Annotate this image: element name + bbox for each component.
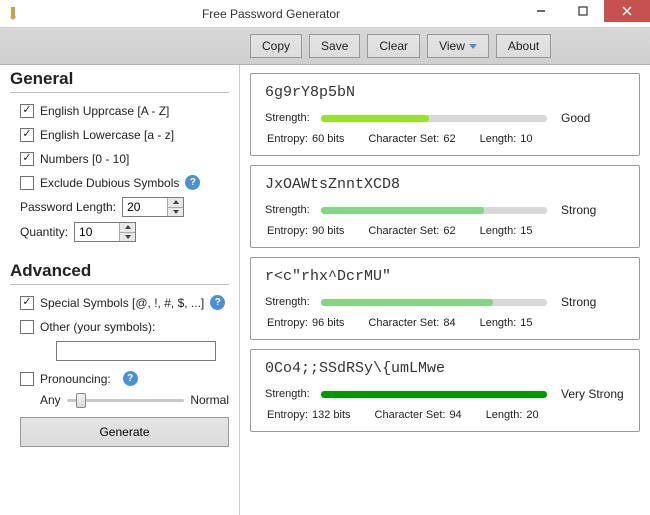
- other-symbols-checkbox[interactable]: [20, 320, 34, 334]
- minimize-button[interactable]: [520, 0, 562, 22]
- strength-bar: [321, 115, 547, 122]
- save-button[interactable]: Save: [309, 34, 360, 58]
- strength-label: Strength:: [265, 296, 313, 308]
- password-text[interactable]: JxOAWtsZnntXCD8: [265, 176, 625, 193]
- results-panel: 6g9rY8p5bN Strength: Good Entropy:60 bits Ch…: [240, 65, 650, 515]
- password-length-stepper[interactable]: [122, 197, 184, 217]
- pronouncing-checkbox[interactable]: [20, 372, 34, 386]
- quantity-stepper[interactable]: [74, 222, 136, 242]
- length-metric: Length:10: [480, 133, 533, 145]
- about-button[interactable]: About: [496, 34, 551, 58]
- strength-verdict: Strong: [555, 203, 625, 217]
- length-metric: Length:20: [486, 409, 539, 421]
- entropy-metric: Entropy:132 bits: [267, 409, 351, 421]
- close-button[interactable]: [604, 0, 650, 22]
- numbers-label: Numbers [0 - 10]: [40, 152, 129, 166]
- strength-verdict: Strong: [555, 295, 625, 309]
- password-text[interactable]: 6g9rY8p5bN: [265, 84, 625, 101]
- charset-metric: Character Set:84: [368, 317, 455, 329]
- slider-normal-label: Normal: [190, 393, 229, 407]
- window-title: Free Password Generator: [22, 7, 520, 21]
- stepper-down[interactable]: [168, 208, 183, 217]
- numbers-checkbox[interactable]: [20, 152, 34, 166]
- slider-any-label: Any: [40, 393, 61, 407]
- password-card: 6g9rY8p5bN Strength: Good Entropy:60 bits Ch…: [250, 73, 640, 156]
- quantity-label: Quantity:: [20, 225, 68, 239]
- help-icon[interactable]: ?: [123, 371, 138, 386]
- entropy-metric: Entropy:60 bits: [267, 133, 344, 145]
- pronouncing-label: Pronouncing:: [40, 372, 111, 386]
- strength-label: Strength:: [265, 112, 313, 124]
- entropy-metric: Entropy:96 bits: [267, 317, 344, 329]
- advanced-heading: Advanced: [10, 261, 229, 285]
- help-icon[interactable]: ?: [210, 295, 225, 310]
- uppercase-checkbox[interactable]: [20, 104, 34, 118]
- strength-bar: [321, 207, 547, 214]
- password-card: JxOAWtsZnntXCD8 Strength: Strong Entropy:90…: [250, 165, 640, 248]
- length-metric: Length:15: [480, 317, 533, 329]
- charset-metric: Character Set:94: [375, 409, 462, 421]
- special-symbols-label: Special Symbols [@, !, #, $, ...]: [40, 296, 204, 310]
- strength-bar: [321, 299, 547, 306]
- help-icon[interactable]: ?: [185, 175, 200, 190]
- clear-button[interactable]: Clear: [367, 34, 420, 58]
- maximize-button[interactable]: [562, 0, 604, 22]
- uppercase-label: English Upprcase [A - Z]: [40, 104, 169, 118]
- generate-button[interactable]: Generate: [20, 417, 229, 447]
- other-symbols-label: Other (your symbols):: [40, 320, 155, 334]
- exclude-dubious-label: Exclude Dubious Symbols: [40, 176, 179, 190]
- stepper-up[interactable]: [120, 223, 135, 233]
- strength-label: Strength:: [265, 204, 313, 216]
- stepper-down[interactable]: [120, 233, 135, 242]
- password-length-input[interactable]: [123, 198, 167, 216]
- copy-button[interactable]: Copy: [250, 34, 302, 58]
- pwlen-label: Password Length:: [20, 200, 116, 214]
- general-heading: General: [10, 69, 229, 93]
- lowercase-label: English Lowercase [a - z]: [40, 128, 174, 142]
- toolbar: Copy Save Clear View About: [0, 28, 650, 65]
- view-button[interactable]: View: [427, 34, 489, 58]
- charset-metric: Character Set:62: [368, 133, 455, 145]
- stepper-up[interactable]: [168, 198, 183, 208]
- charset-metric: Character Set:62: [368, 225, 455, 237]
- password-card: 0Co4;;SSdRSy\{umLMwe Strength: Very Strong…: [250, 349, 640, 432]
- strength-verdict: Very Strong: [555, 387, 625, 401]
- password-card: r<c"rhx^DcrMU" Strength: Strong Entropy:96 …: [250, 257, 640, 340]
- strength-label: Strength:: [265, 388, 313, 400]
- pronouncing-slider[interactable]: [67, 399, 185, 402]
- other-symbols-input[interactable]: [56, 341, 216, 361]
- titlebar: Free Password Generator: [0, 0, 650, 28]
- chevron-down-icon: [469, 44, 477, 49]
- special-symbols-checkbox[interactable]: [20, 296, 34, 310]
- quantity-input[interactable]: [75, 223, 119, 241]
- password-text[interactable]: r<c"rhx^DcrMU": [265, 268, 625, 285]
- password-text[interactable]: 0Co4;;SSdRSy\{umLMwe: [265, 360, 625, 377]
- strength-verdict: Good: [555, 111, 625, 125]
- entropy-metric: Entropy:90 bits: [267, 225, 344, 237]
- settings-sidebar: General English Upprcase [A - Z] English…: [0, 65, 240, 515]
- slider-thumb[interactable]: [76, 393, 86, 408]
- lowercase-checkbox[interactable]: [20, 128, 34, 142]
- exclude-dubious-checkbox[interactable]: [20, 176, 34, 190]
- app-icon: [6, 6, 22, 22]
- length-metric: Length:15: [480, 225, 533, 237]
- strength-bar: [321, 391, 547, 398]
